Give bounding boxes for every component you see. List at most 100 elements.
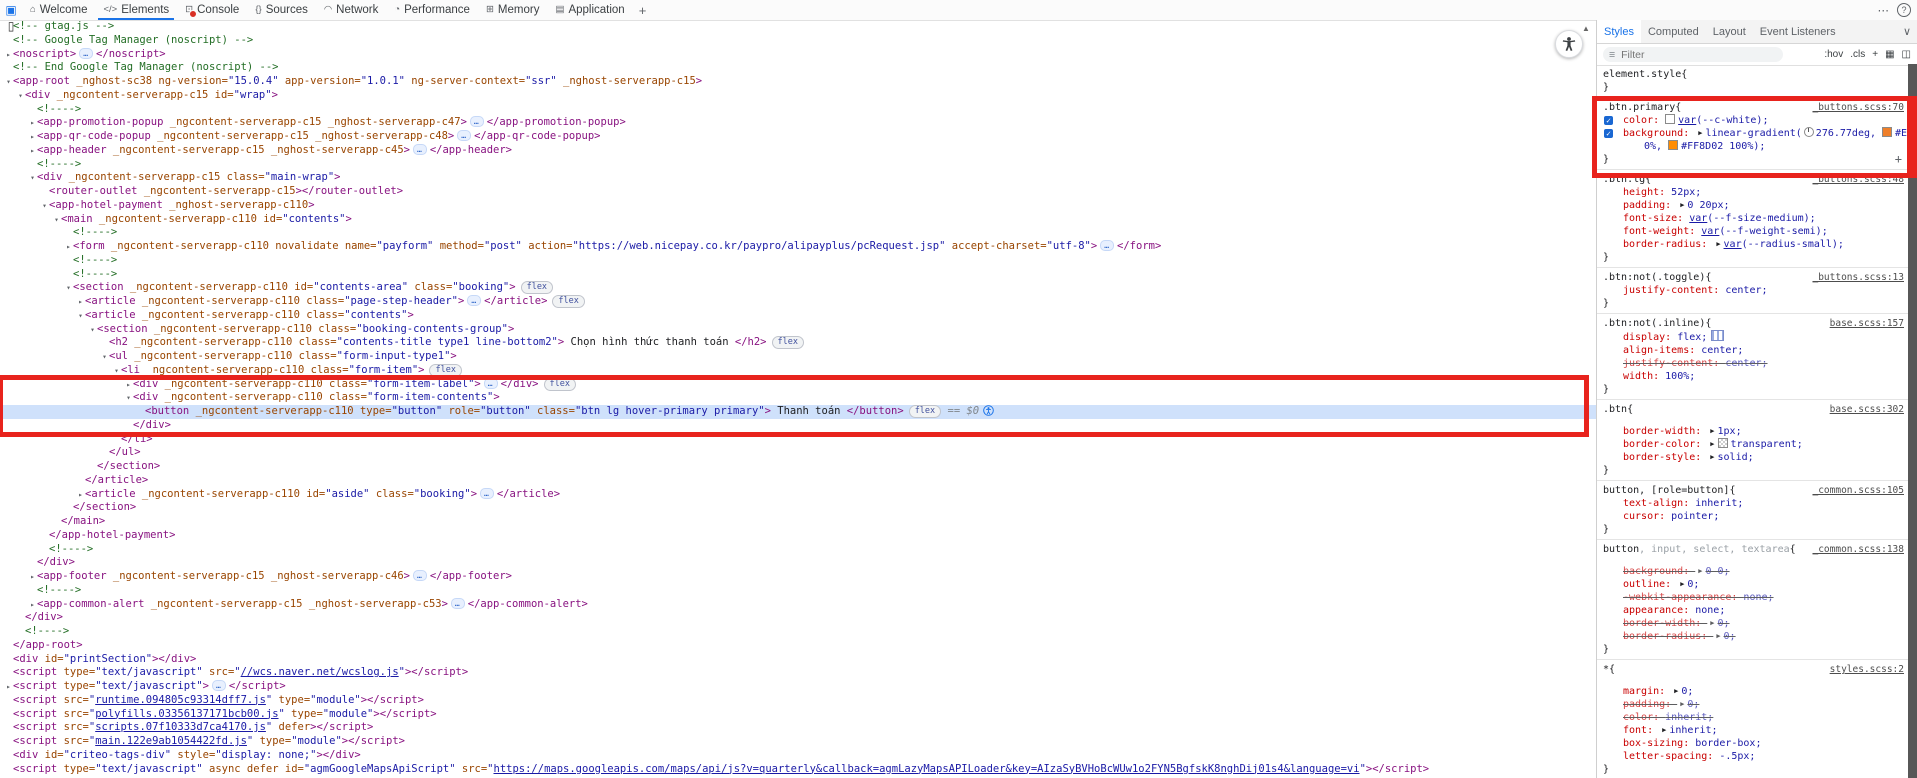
- expand-arrow-icon[interactable]: ▸: [28, 598, 37, 612]
- accessibility-tree-button[interactable]: [1555, 30, 1583, 58]
- collapse-arrow-icon[interactable]: ▾: [88, 323, 97, 337]
- css-property[interactable]: width: 100%;: [1597, 370, 1904, 383]
- dom-tree-row[interactable]: ▾ <main _ngcontent-serverapp-c110 id="con…: [0, 213, 1596, 227]
- css-property[interactable]: ✓ color: var(--c-white);: [1597, 114, 1904, 127]
- dom-tree-row[interactable]: ▾ <li _ngcontent-serverapp-c110 class="fo…: [0, 363, 1596, 378]
- css-property[interactable]: border-radius: ▶ 0;: [1597, 630, 1904, 643]
- expand-ellipsis-icon[interactable]: …: [79, 47, 94, 59]
- color-swatch[interactable]: [1665, 114, 1676, 124]
- expand-shorthand-icon[interactable]: ▶: [1710, 451, 1714, 464]
- dom-tree-row[interactable]: <div id="printSection"></div>: [0, 653, 1596, 667]
- css-variable-link[interactable]: var: [1689, 213, 1707, 224]
- flex-badge[interactable]: flex: [520, 281, 554, 295]
- css-property[interactable]: border-color: ▶ transparent;: [1597, 438, 1904, 451]
- angle-icon[interactable]: [1803, 127, 1814, 137]
- dom-tree-row[interactable]: ▸ <app-header _ngcontent-serverapp-c15 _n…: [0, 143, 1596, 158]
- dom-tree-row-selected[interactable]: <button _ngcontent-serverapp-c110 type="…: [0, 405, 1596, 419]
- flex-badge[interactable]: flex: [908, 405, 942, 418]
- property-checkbox[interactable]: ✓: [1604, 116, 1613, 125]
- expand-ellipsis-icon[interactable]: …: [480, 487, 494, 499]
- css-property[interactable]: border-width: ▶ 0;: [1597, 617, 1904, 630]
- css-selector-line[interactable]: button, input, select, textarea {_common…: [1597, 543, 1904, 556]
- dom-tree-row[interactable]: ▸ <noscript>… </noscript>: [0, 47, 1596, 62]
- tab-console[interactable]: ⊡ Console: [177, 0, 247, 20]
- dom-tree-row[interactable]: <!---->: [0, 158, 1596, 172]
- expand-arrow-icon[interactable]: ▸: [124, 378, 133, 392]
- collapse-arrow-icon[interactable]: ▾: [40, 199, 49, 213]
- flex-badge[interactable]: flex: [552, 295, 585, 308]
- dom-tree-row[interactable]: </section>: [0, 460, 1596, 474]
- expand-shorthand-icon[interactable]: ▶: [1710, 425, 1714, 438]
- expand-ellipsis-icon[interactable]: …: [467, 295, 482, 306]
- resource-link[interactable]: scripts.07f10333d7ca4170.js: [95, 721, 266, 733]
- more-options-icon[interactable]: ⋯: [1878, 3, 1890, 17]
- expand-shorthand-icon[interactable]: ▶: [1710, 438, 1714, 451]
- dom-tree-row[interactable]: ▾ <section _ngcontent-serverapp-c110 clas…: [0, 323, 1596, 337]
- class-toggle-button[interactable]: .cls: [1850, 49, 1865, 60]
- expand-arrow-icon[interactable]: ▸: [76, 295, 85, 309]
- device-toolbar-icon[interactable]: ▣: [3, 2, 19, 18]
- dom-tree[interactable]: <!-- gtag.js --> <!-- Google Tag Manager …: [0, 20, 1596, 778]
- tab-performance[interactable]: ◔ Performance: [386, 0, 478, 20]
- css-property[interactable]: border-style: ▶ solid;: [1597, 451, 1904, 464]
- resource-link[interactable]: main.122e9ab1054422fd.js: [95, 735, 247, 747]
- css-property[interactable]: justify-content: center;: [1597, 357, 1904, 370]
- css-property[interactable]: ✓ background: ▶ linear-gradient(276.77deg,…: [1597, 127, 1908, 140]
- collapse-arrow-icon[interactable]: ▾: [4, 75, 13, 89]
- dom-tree-row[interactable]: ▾ <app-root _nghost-sc38 ng-version="15.0…: [0, 75, 1596, 89]
- filter-input[interactable]: [1619, 47, 1749, 62]
- css-selector-line[interactable]: button, [role=button] {_common.scss:105: [1597, 484, 1904, 497]
- dom-tree-row[interactable]: <!---->: [0, 226, 1596, 240]
- subtab-computed[interactable]: Computed: [1641, 20, 1706, 43]
- dom-tree-row[interactable]: </div>: [0, 419, 1596, 433]
- styles-scrollbar[interactable]: [1908, 64, 1917, 778]
- expand-arrow-icon[interactable]: ▸: [28, 570, 37, 584]
- dom-tree-row[interactable]: </li>: [0, 433, 1596, 447]
- stylesheet-link[interactable]: _buttons.scss:48: [1804, 173, 1904, 186]
- tab-memory[interactable]: ⊞ Memory: [478, 0, 548, 20]
- tab-elements[interactable]: </> Elements: [95, 0, 177, 20]
- dom-tree-row[interactable]: <!-- gtag.js -->: [0, 20, 1596, 34]
- css-property[interactable]: outline: ▶ 0;: [1597, 578, 1904, 591]
- dom-tree-row[interactable]: <!---->: [0, 543, 1596, 557]
- new-style-rule-button[interactable]: +: [1872, 49, 1878, 60]
- dom-tree-row[interactable]: <router-outlet _ngcontent-serverapp-c15>…: [0, 185, 1596, 199]
- dom-tree-row[interactable]: ▸ <form _ngcontent-serverapp-c110 novalid…: [0, 240, 1596, 254]
- css-property[interactable]: font: ▶ inherit;: [1597, 724, 1904, 737]
- subtab-event-listeners[interactable]: Event Listeners: [1753, 20, 1843, 43]
- property-checkbox[interactable]: ✓: [1604, 129, 1613, 138]
- expand-ellipsis-icon[interactable]: …: [469, 116, 484, 128]
- dom-tree-row[interactable]: ▸ <div _ngcontent-serverapp-c110 class="f…: [0, 377, 1596, 392]
- expand-ellipsis-icon[interactable]: …: [450, 597, 465, 609]
- expand-arrow-icon[interactable]: ▸: [28, 144, 37, 158]
- dom-tree-row[interactable]: </ul>: [0, 446, 1596, 460]
- css-property[interactable]: font-size: var(--f-size-medium);: [1597, 212, 1904, 225]
- expand-arrow-icon[interactable]: ▸: [4, 680, 13, 694]
- add-tab-button[interactable]: +: [633, 3, 653, 18]
- expand-shorthand-icon[interactable]: ▶: [1680, 698, 1684, 711]
- dom-tree-row[interactable]: ▸ <app-qr-code-popup _ngcontent-serverapp…: [0, 130, 1596, 144]
- expand-arrow-icon[interactable]: ▸: [28, 116, 37, 130]
- dom-tree-row[interactable]: <!---->: [0, 625, 1596, 639]
- expand-ellipsis-icon[interactable]: …: [457, 130, 472, 141]
- color-swatch[interactable]: [1668, 140, 1679, 150]
- expand-ellipsis-icon[interactable]: …: [413, 570, 427, 581]
- css-property[interactable]: border-radius: ▶ var(--radius-small);: [1597, 238, 1904, 251]
- expand-arrow-icon[interactable]: ▸: [76, 488, 85, 502]
- dom-tree-row[interactable]: </div>: [0, 611, 1596, 625]
- dom-tree-row[interactable]: </app-hotel-payment>: [0, 529, 1596, 543]
- css-property[interactable]: letter-spacing: -.5px;: [1597, 750, 1904, 763]
- flex-editor-icon[interactable]: [1711, 330, 1725, 341]
- tab-network[interactable]: ◠ Network: [316, 0, 386, 20]
- expand-shorthand-icon[interactable]: ▶: [1716, 630, 1720, 643]
- resource-link[interactable]: polyfills.03356137171bcb00.js: [95, 708, 278, 720]
- css-selector-line[interactable]: .btn {base.scss:302: [1597, 403, 1904, 416]
- stylesheet-link[interactable]: base.scss:157: [1822, 317, 1904, 330]
- collapse-arrow-icon[interactable]: ▾: [64, 281, 73, 295]
- scrollbar-up-arrow[interactable]: ▲: [1582, 24, 1590, 33]
- dom-tree-row[interactable]: <script src="scripts.07f10333d7ca4170.js…: [0, 721, 1596, 735]
- dom-tree-row[interactable]: ▸ <app-promotion-popup _ngcontent-servera…: [0, 116, 1596, 130]
- collapse-arrow-icon[interactable]: ▾: [100, 350, 109, 364]
- dom-tree-row[interactable]: <script src="main.122e9ab1054422fd.js" t…: [0, 735, 1596, 749]
- dom-tree-row[interactable]: ▾ <section _ngcontent-serverapp-c110 id="…: [0, 281, 1596, 295]
